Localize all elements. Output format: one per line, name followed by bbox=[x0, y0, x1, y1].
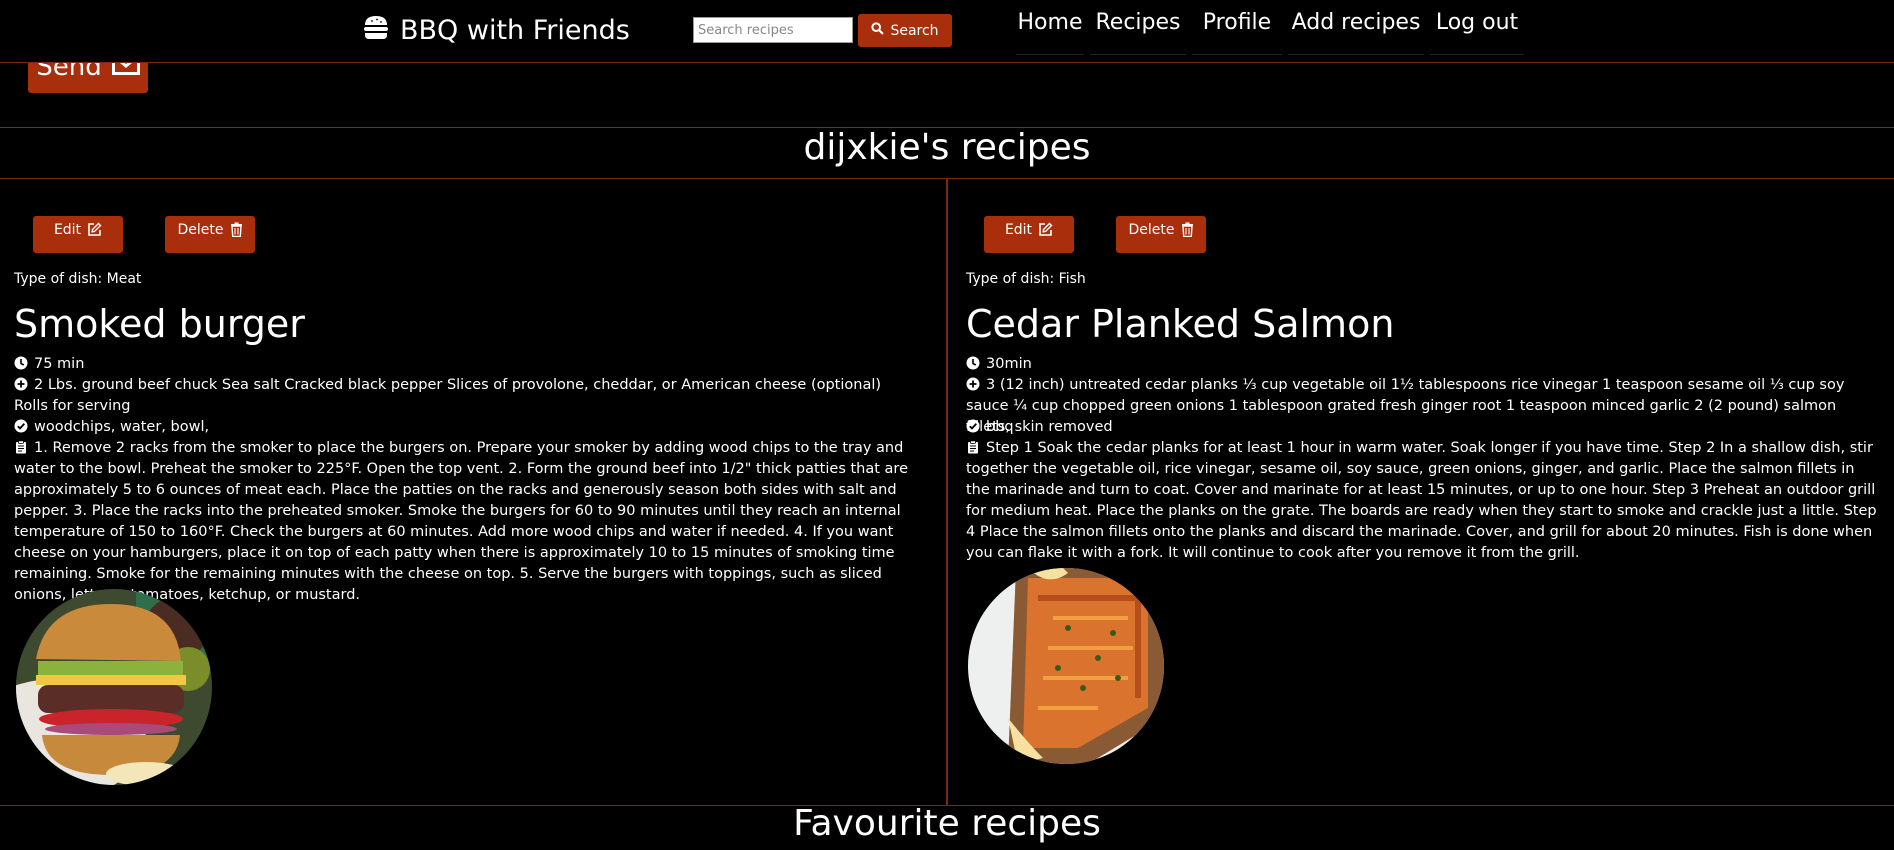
plus-circle-icon bbox=[966, 377, 980, 391]
column-divider bbox=[946, 178, 948, 805]
search-button[interactable]: Search bbox=[858, 14, 952, 47]
navbar: BBQ with Friends Search Home Recipes Pro… bbox=[0, 0, 1894, 63]
search-input[interactable] bbox=[693, 17, 853, 43]
instructions-text: 1. Remove 2 racks from the smoker to pla… bbox=[14, 440, 908, 603]
check-circle-icon bbox=[966, 419, 980, 433]
equipment-text: bbq bbox=[986, 419, 1014, 435]
nav-link-recipes[interactable]: Recipes bbox=[1090, 10, 1186, 55]
equipment: woodchips, water, bowl, bbox=[14, 417, 919, 438]
edit-button-label: Edit bbox=[53, 222, 82, 238]
nav-link-log-out[interactable]: Log out bbox=[1430, 10, 1524, 55]
delete-button-label: Delete bbox=[177, 222, 224, 238]
delete-button[interactable]: Delete bbox=[165, 216, 255, 253]
nav-link-home[interactable]: Home bbox=[1016, 10, 1084, 55]
edit-icon bbox=[1038, 222, 1053, 241]
cook-time: 75 min bbox=[14, 354, 919, 375]
instructions: 1. Remove 2 racks from the smoker to pla… bbox=[14, 438, 926, 606]
delete-button[interactable]: Delete bbox=[1116, 216, 1206, 253]
cook-time: 30min bbox=[966, 354, 1878, 375]
nav-link-add-recipes[interactable]: Add recipes bbox=[1288, 10, 1424, 55]
clipboard-icon bbox=[966, 440, 980, 454]
user-recipes-title: dijxkie's recipes bbox=[803, 127, 1091, 168]
equipment: bbq bbox=[966, 417, 1878, 438]
cook-time-text: 30min bbox=[986, 356, 1032, 372]
nav-link-profile[interactable]: Profile bbox=[1192, 10, 1282, 55]
cook-time-text: 75 min bbox=[34, 356, 85, 372]
recipe-title: Smoked burger bbox=[14, 302, 305, 346]
search-icon bbox=[871, 22, 885, 39]
edit-button-label: Edit bbox=[1004, 222, 1033, 238]
dish-type: Type of dish: Fish bbox=[966, 271, 1086, 287]
recipe-card: Edit Delete Type of dish: Fish Cedar Pla… bbox=[952, 178, 1894, 805]
delete-button-label: Delete bbox=[1128, 222, 1175, 238]
plus-circle-icon bbox=[14, 377, 28, 391]
instructions: Step 1 Soak the cedar planks for at leas… bbox=[966, 438, 1878, 564]
search-button-label: Search bbox=[890, 22, 939, 39]
edit-button[interactable]: Edit bbox=[984, 216, 1074, 253]
equipment-text: woodchips, water, bowl, bbox=[34, 419, 210, 435]
burger-icon bbox=[362, 13, 390, 48]
trash-icon bbox=[1181, 222, 1194, 241]
recipe-card: Edit Delete Type of dish: Meat Smoked bu… bbox=[0, 178, 946, 805]
brand-link[interactable]: BBQ with Friends bbox=[362, 12, 630, 48]
ingredients: 2 Lbs. ground beef chuck Sea salt Cracke… bbox=[14, 375, 919, 417]
clock-icon bbox=[14, 356, 28, 370]
check-circle-icon bbox=[14, 419, 28, 433]
brand-title: BBQ with Friends bbox=[400, 14, 630, 46]
dish-type: Type of dish: Meat bbox=[14, 271, 142, 287]
clipboard-icon bbox=[14, 440, 28, 454]
trash-icon bbox=[230, 222, 243, 241]
recipe-photo bbox=[16, 589, 212, 785]
favourites-title: Favourite recipes bbox=[793, 803, 1101, 844]
recipe-photo bbox=[968, 568, 1164, 764]
edit-button[interactable]: Edit bbox=[33, 216, 123, 253]
clock-icon bbox=[966, 356, 980, 370]
edit-icon bbox=[87, 222, 102, 241]
recipe-title: Cedar Planked Salmon bbox=[966, 302, 1395, 346]
instructions-text: Step 1 Soak the cedar planks for at leas… bbox=[966, 440, 1877, 561]
ingredients-text: 2 Lbs. ground beef chuck Sea salt Cracke… bbox=[14, 377, 882, 414]
